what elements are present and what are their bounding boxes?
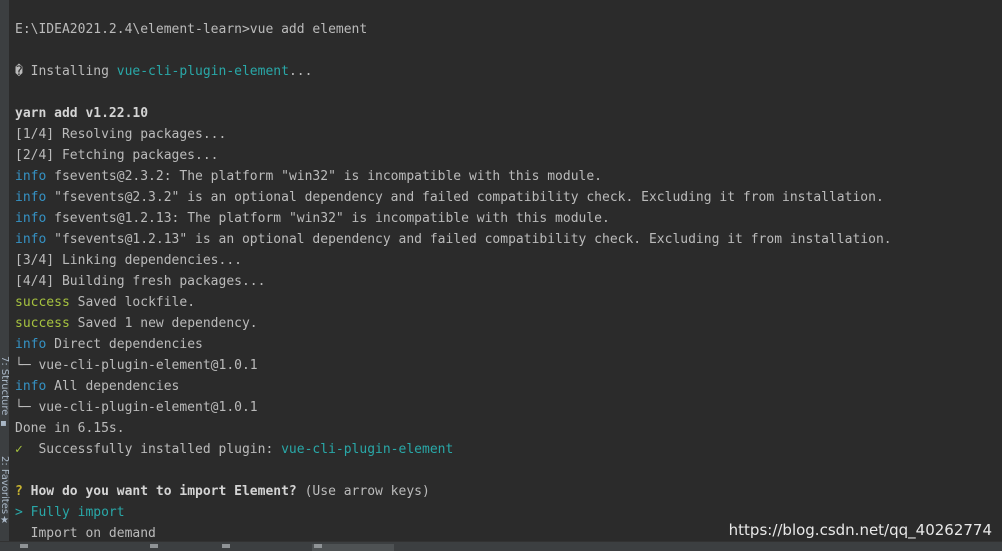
tab-icon [20, 544, 28, 548]
terminal-line-tree1: └─ vue-cli-plugin-element@1.0.1 [15, 355, 258, 376]
info-text: Direct dependencies [46, 337, 203, 352]
terminal-line-step3: [3/4] Linking dependencies... [15, 250, 242, 271]
plugin-name: vue-cli-plugin-element [116, 64, 289, 79]
dependency-tree-item: └─ vue-cli-plugin-element@1.0.1 [15, 400, 258, 415]
question-text: How do you want to import Element? [22, 484, 297, 499]
bottom-tab[interactable] [20, 544, 110, 551]
left-tool-strip: 7: Structure ▪ 2: Favorites ★ [0, 0, 10, 551]
terminal-line-success2: success Saved 1 new dependency. [15, 313, 258, 334]
ellipsis-text: ... [288, 64, 313, 79]
dependency-tree-item: └─ vue-cli-plugin-element@1.0.1 [15, 358, 258, 373]
option-label: > Fully import [15, 505, 125, 520]
installed-text: Successfully installed plugin: [22, 442, 282, 457]
yarn-header-text: yarn add v1.22.10 [15, 106, 149, 121]
info-label: info [15, 169, 47, 184]
command-text: E:\IDEA2021.2.4\element-learn>vue add el… [15, 22, 368, 37]
terminal-line-yarn-header: yarn add v1.22.10 [15, 103, 148, 124]
terminal-line-info5: info Direct dependencies [15, 334, 203, 355]
terminal-line-info6: info All dependencies [15, 376, 179, 397]
success-text: Saved lockfile. [69, 295, 196, 310]
terminal-line-info3: info fsevents@1.2.13: The platform "win3… [15, 208, 610, 229]
structure-icon: ▪ [0, 418, 7, 429]
bottom-tab[interactable] [222, 544, 292, 551]
success-label: success [15, 295, 70, 310]
step-text: [4/4] Building fresh packages... [15, 274, 266, 289]
terminal-line-prompt: E:\IDEA2021.2.4\element-learn>vue add el… [15, 19, 367, 40]
option-label: Import on demand [15, 526, 156, 541]
tab-icon [222, 544, 230, 548]
question-hint: (Use arrow keys) [296, 484, 430, 499]
step-text: [3/4] Linking dependencies... [15, 253, 242, 268]
info-text: "fsevents@1.2.13" is an optional depende… [46, 232, 892, 247]
info-text: fsevents@1.2.13: The platform "win32" is… [46, 211, 610, 226]
terminal-line-success1: success Saved lockfile. [15, 292, 195, 313]
terminal-line-question: ? How do you want to import Element? (Us… [15, 481, 430, 502]
terminal-line-step2: [2/4] Fetching packages... [15, 145, 219, 166]
success-text: Saved 1 new dependency. [69, 316, 258, 331]
installing-text: � Installing [15, 64, 117, 79]
success-label: success [15, 316, 70, 331]
terminal-line-step1: [1/4] Resolving packages... [15, 124, 226, 145]
terminal-line-info4: info "fsevents@1.2.13" is an optional de… [15, 229, 892, 250]
info-label: info [15, 379, 47, 394]
structure-tool-tab[interactable]: 7: Structure [0, 356, 10, 415]
plugin-name: vue-cli-plugin-element [281, 442, 454, 457]
terminal-line-tree2: └─ vue-cli-plugin-element@1.0.1 [15, 397, 258, 418]
star-icon: ★ [0, 515, 9, 526]
check-icon: ✓ [15, 442, 23, 457]
ide-window: 7: Structure ▪ 2: Favorites ★ E:\IDEA202… [0, 0, 1002, 551]
info-label: info [15, 337, 47, 352]
info-label: info [15, 211, 47, 226]
bottom-tab-terminal[interactable] [312, 544, 394, 551]
terminal-line-installing: � Installing vue-cli-plugin-element... [15, 61, 312, 82]
terminal-output[interactable]: E:\IDEA2021.2.4\element-learn>vue add el… [15, 0, 1002, 542]
terminal-line-installed: ✓ Successfully installed plugin: vue-cli… [15, 439, 453, 460]
watermark-text: https://blog.csdn.net/qq_40262774 [728, 521, 992, 539]
step-text: [2/4] Fetching packages... [15, 148, 219, 163]
bottom-tab[interactable] [150, 544, 210, 551]
bottom-tool-bar [0, 541, 1002, 551]
terminal-icon [314, 544, 322, 548]
favorites-tool-tab[interactable]: 2: Favorites [0, 456, 10, 514]
terminal-line-info2: info "fsevents@2.3.2" is an optional dep… [15, 187, 884, 208]
done-text: Done in 6.15s. [15, 421, 125, 436]
step-text: [1/4] Resolving packages... [15, 127, 227, 142]
tab-icon [150, 544, 158, 548]
terminal-line-done: Done in 6.15s. [15, 418, 125, 439]
info-text: "fsevents@2.3.2" is an optional dependen… [46, 190, 884, 205]
terminal-line-info1: info fsevents@2.3.2: The platform "win32… [15, 166, 602, 187]
terminal-line-step4: [4/4] Building fresh packages... [15, 271, 265, 292]
prompt-option-fully-import[interactable]: > Fully import [15, 502, 125, 523]
info-label: info [15, 190, 47, 205]
info-text: All dependencies [46, 379, 180, 394]
info-label: info [15, 232, 47, 247]
question-icon: ? [15, 484, 23, 499]
info-text: fsevents@2.3.2: The platform "win32" is … [46, 169, 603, 184]
